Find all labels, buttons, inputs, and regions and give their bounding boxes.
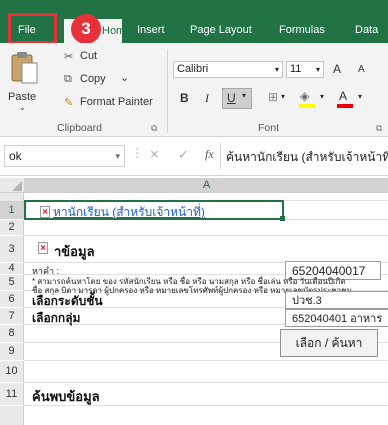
brush-icon: ✎ <box>64 97 74 109</box>
chevron-down-icon: ▾ <box>320 92 325 101</box>
row-header-12[interactable] <box>0 406 24 425</box>
formula-bar: ok ▾ ⋮ × ✓ fx ค้นหานักเรียน (สำหรับเจ้าห… <box>0 137 388 176</box>
group-value: 652040401 อาหาร <box>292 313 383 325</box>
format-painter-button[interactable]: ✎ Format Painter <box>64 96 153 112</box>
worksheet-grid[interactable]: A 1 2 3 4 5 6 7 8 9 10 11 × หานักเรียน (… <box>0 178 388 425</box>
format-painter-label: Format Painter <box>80 96 153 108</box>
font-size-value: 11 <box>290 63 302 75</box>
row-header-5[interactable]: 5 <box>0 275 24 290</box>
fill-handle[interactable] <box>280 216 285 221</box>
ribbon-tab-bar: File Home Insert Page Layout Formulas Da… <box>0 0 388 44</box>
chevron-down-icon: ▾ <box>358 92 363 101</box>
paste-button[interactable]: Paste ⌄ <box>4 47 44 113</box>
ribbon-separator <box>167 49 168 133</box>
step-marker-badge: 3 <box>71 14 101 44</box>
font-name-dropdown[interactable]: Calibri ▾ <box>173 61 283 78</box>
copy-button[interactable]: ⧉ Copy ⌄ <box>64 72 134 89</box>
select-all-triangle-icon <box>12 181 22 191</box>
group-select[interactable]: 652040401 อาหาร <box>285 309 388 327</box>
level-value: ปวช.3 <box>292 295 322 307</box>
file-tab-highlight <box>8 13 57 44</box>
dialog-launcher-icon[interactable]: ⧉ <box>376 123 382 134</box>
font-name-value: Calibri <box>177 63 209 75</box>
formula-bar-divider <box>220 143 221 169</box>
row-header-7[interactable]: 7 <box>0 308 24 324</box>
font-color-swatch <box>337 104 353 108</box>
tab-data[interactable]: Data <box>355 20 378 40</box>
select-all-corner[interactable] <box>0 178 25 193</box>
results-heading: ค้นพบข้อมูล <box>32 389 100 404</box>
paint-bucket-icon: ◈ <box>300 89 310 103</box>
more-options-icon: ⋮ <box>131 146 143 160</box>
row-header-hidden <box>0 193 24 201</box>
name-box[interactable]: ok ▾ <box>4 145 125 167</box>
underline-label: U <box>227 91 236 105</box>
clipboard-group-label: Clipboard <box>57 122 102 134</box>
level-select[interactable]: ปวช.3 <box>285 291 388 309</box>
tab-page-layout[interactable]: Page Layout <box>190 20 252 40</box>
row-gridline <box>24 382 388 383</box>
chevron-down-icon: ▾ <box>315 65 320 74</box>
row-header-10[interactable]: 10 <box>0 361 24 382</box>
row-gridline <box>24 235 388 236</box>
broken-image-icon: × <box>38 242 48 254</box>
row-header-1[interactable]: 1 <box>0 201 24 219</box>
enter-entry-icon[interactable]: ✓ <box>178 147 189 163</box>
underline-button[interactable]: U ▾ <box>222 88 252 109</box>
clipboard-paste-icon <box>11 52 38 84</box>
row-header-6[interactable]: 6 <box>0 291 24 307</box>
paste-label: Paste <box>8 91 37 103</box>
chevron-down-icon: ▾ <box>242 91 247 100</box>
insert-function-icon[interactable]: fx <box>205 147 214 162</box>
font-size-dropdown[interactable]: 11 ▾ <box>286 61 324 78</box>
italic-button[interactable]: I <box>205 91 209 106</box>
tab-formulas[interactable]: Formulas <box>279 20 325 40</box>
bold-button[interactable]: B <box>180 91 189 105</box>
copy-label: Copy <box>80 73 106 85</box>
chevron-down-icon: ▾ <box>274 65 279 74</box>
search-button[interactable]: เลือก / ค้นหา <box>280 329 378 357</box>
row-header-11[interactable]: 11 <box>0 383 24 405</box>
fill-color-button[interactable]: ◈ <box>299 89 315 108</box>
chevron-down-icon: ⌄ <box>120 72 130 84</box>
ribbon-home: Paste ⌄ ✂ Cut ⧉ Copy ⌄ ✎ Format Painter … <box>0 43 388 137</box>
fill-color-swatch <box>299 104 315 108</box>
row-header-4[interactable]: 4 <box>0 263 24 274</box>
formula-content[interactable]: ค้นหานักเรียน (สำหรับเจ้าหน้าที่) <box>226 148 388 167</box>
chevron-down-icon: ▾ <box>115 151 120 161</box>
cut-button[interactable]: ✂ Cut <box>64 50 114 66</box>
row-header-2[interactable]: 2 <box>0 220 24 235</box>
name-box-value: ok <box>9 149 22 163</box>
row-header-8[interactable]: 8 <box>0 325 24 342</box>
column-header-a[interactable]: A <box>25 178 388 193</box>
row-gridline <box>24 360 388 361</box>
broken-image-icon: × <box>40 206 50 218</box>
shrink-font-button[interactable]: A <box>358 64 365 75</box>
font-color-button[interactable]: A <box>337 89 353 108</box>
borders-icon[interactable]: ⊞ <box>268 90 278 104</box>
chevron-down-icon: ▾ <box>281 92 286 101</box>
dialog-launcher-icon[interactable]: ⧉ <box>151 123 157 134</box>
cut-label: Cut <box>80 50 98 62</box>
group-label: เลือกกลุ่ม <box>32 311 81 325</box>
scissors-icon: ✂ <box>64 51 74 63</box>
title-hyperlink[interactable]: หานักเรียน (สำหรับเจ้าหน้าที่) <box>53 203 205 222</box>
font-color-letter: A <box>339 89 348 103</box>
font-group-label: Font <box>258 122 280 134</box>
grow-font-button[interactable]: A <box>333 62 341 76</box>
cancel-entry-icon[interactable]: × <box>150 146 159 163</box>
copy-icon: ⧉ <box>64 73 72 85</box>
row-header-3[interactable]: 3 <box>0 236 24 262</box>
tab-insert[interactable]: Insert <box>137 20 165 40</box>
chevron-down-icon: ⌄ <box>19 103 26 112</box>
search-section-heading: าข้อมูล <box>54 244 95 259</box>
row-header-9[interactable]: 9 <box>0 343 24 360</box>
